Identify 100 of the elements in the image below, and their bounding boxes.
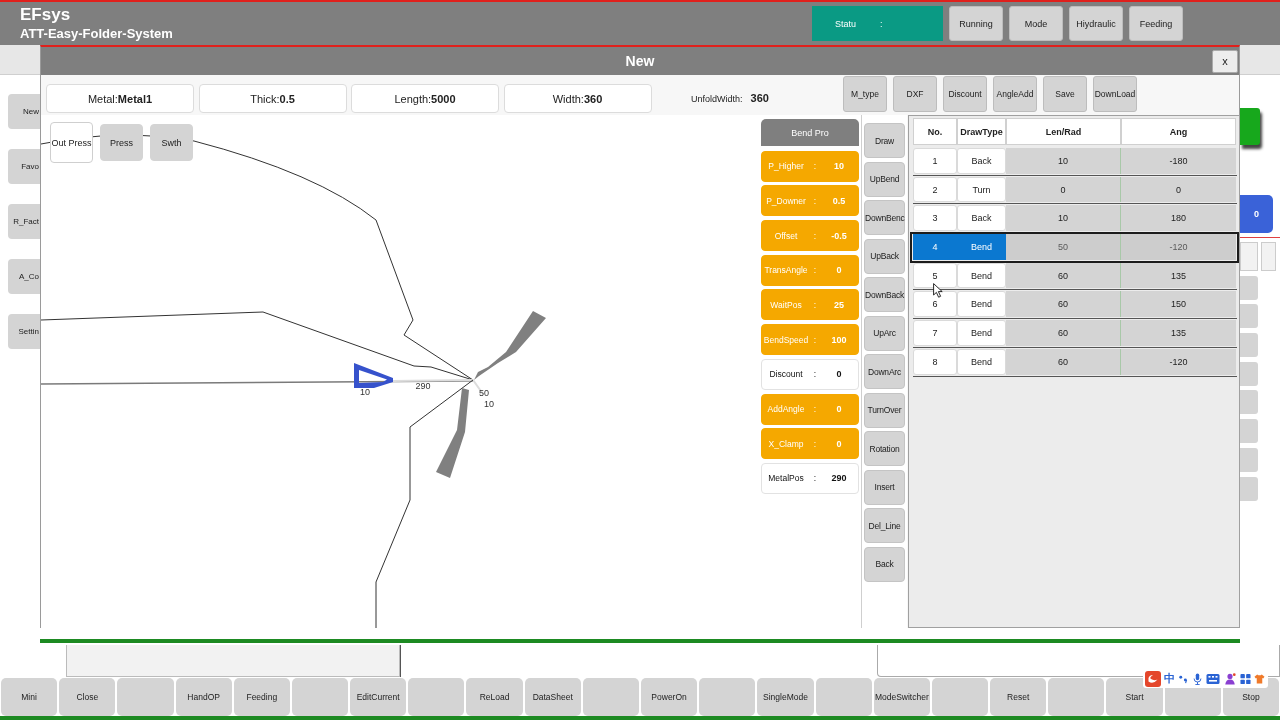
table-cell: Bend [957,320,1006,346]
table-row[interactable]: 2 Turn 0 0 [913,175,1237,205]
parameter-value: 10 [834,161,844,172]
table-cell: 3 [913,205,957,232]
function-button[interactable]: Feeding [233,678,290,716]
shirt-icon[interactable] [1254,672,1265,685]
action-button[interactable]: DownBenc [864,200,905,235]
field-label: Width: [552,92,584,105]
function-button[interactable]: Close [59,678,116,716]
function-button[interactable]: HandOP [175,678,232,716]
table-row[interactable]: 6 Bend 60 150 [913,290,1237,320]
status-label: Statu [835,18,856,29]
table-cell: Turn [957,176,1006,203]
toolbar-button[interactable]: Save [1043,76,1087,112]
microphone-icon[interactable] [1192,672,1203,685]
sidebar-button[interactable]: Settin [8,314,40,349]
header-button[interactable]: Mode [1009,6,1063,41]
action-button[interactable]: DownArc [864,354,905,389]
function-button[interactable]: Start [1106,678,1163,716]
counter-display: 0 [1240,195,1273,233]
dialog-close-button[interactable]: x [1212,49,1238,73]
parameter-value: 0 [836,404,842,414]
toolbar-button[interactable]: M_type [843,76,887,112]
function-button[interactable]: SingleMode [757,678,814,716]
property-field[interactable]: Width:360 [503,84,652,113]
action-button[interactable]: Back [864,546,905,582]
sidebar-button[interactable]: Favo [8,149,40,184]
header-button[interactable]: Hiydraulic [1069,6,1123,41]
parameter-row[interactable]: MetalPos : 290 [761,462,859,494]
tool-button[interactable]: Swth [150,124,193,161]
tool-button[interactable]: Press [100,124,143,161]
table-cell: -180 [1121,148,1236,174]
action-button[interactable]: Draw [864,123,905,158]
column-header[interactable]: No. [913,118,957,145]
tool-button[interactable]: Out Press [50,122,93,163]
table-cell: 135 [1121,320,1236,346]
text-field[interactable] [66,645,400,677]
table-row[interactable]: 3 Back 10 180 [913,204,1237,234]
parameter-label: Offset [774,230,798,241]
function-button[interactable]: Mini [1,678,58,716]
toolbar-button[interactable]: Discount [943,76,987,112]
tab-strip [0,45,40,75]
header-button[interactable]: Feeding [1129,6,1183,41]
table-cell: Bend [957,291,1006,318]
action-button[interactable]: UpArc [864,315,905,351]
table-cell: Bend [957,348,1006,375]
parameter-value: 0 [836,438,842,449]
parameter-separator: : [813,369,817,380]
action-button[interactable]: TurnOver [864,392,905,428]
table-row[interactable]: 7 Bend 60 135 [913,319,1237,348]
parameter-value: 0 [836,369,842,380]
toolbar-button[interactable]: DXF [893,76,937,112]
dimension-label: 10 [360,387,370,397]
action-button[interactable]: DownBack [864,277,905,312]
function-button[interactable]: Reset [990,678,1047,716]
property-field[interactable]: Thick:0.5 [198,84,347,113]
table-row[interactable]: 4 Bend 50 -120 [911,233,1238,262]
action-button[interactable]: UpBend [864,161,905,197]
function-button[interactable]: ReLoad [466,678,523,716]
table-cell: 10 [1006,205,1121,232]
action-button[interactable]: Del_Line [864,508,905,543]
parameter-separator: : [813,334,817,345]
dimension-label: 290 [415,381,431,391]
action-button[interactable]: UpBack [864,238,905,274]
column-header[interactable]: Len/Rad [1006,118,1121,145]
sidebar-button[interactable]: New [8,94,40,129]
ime-logo-icon[interactable] [1145,670,1161,687]
header-button[interactable]: Running [949,6,1003,41]
table-row[interactable]: 1 Back 10 -180 [913,147,1237,176]
property-field[interactable]: Length:5000 [351,84,499,113]
grid-icon[interactable] [1240,672,1251,685]
function-button[interactable]: EditCurrent [350,678,407,716]
column-header[interactable]: Ang [1121,118,1236,145]
table-row[interactable]: 5 Bend 60 135 [913,261,1237,291]
sidebar-button[interactable]: A_Co [8,259,40,294]
action-button[interactable] [1240,108,1260,145]
keyboard-icon[interactable] [1206,672,1220,685]
ime-mode-toggle[interactable]: 中 [1164,672,1175,685]
table-cell: Bend [957,234,1006,260]
action-button[interactable]: Rotation [864,431,905,466]
action-button[interactable]: Insert [864,469,905,505]
table-row[interactable]: 8 Bend 60 -120 [913,347,1237,377]
function-button[interactable]: PowerOn [641,678,698,716]
function-button[interactable]: ModeSwitcher [873,678,930,716]
parameter-label: MetalPos [768,473,804,484]
property-field[interactable]: Metal:Metal1 [46,84,194,113]
column-header[interactable]: DrawType [957,118,1006,145]
function-button[interactable]: DataSheet [524,678,581,716]
table-cell [1240,333,1258,358]
parameter-separator: : [813,404,817,414]
sidebar-button[interactable]: R_Fact [8,204,40,239]
parameter-row[interactable]: Discount : 0 [761,358,859,390]
table-cell: 0 [1006,176,1121,203]
toolbar-button[interactable]: AngleAdd [993,76,1037,112]
table-cell: 60 [1006,320,1121,346]
table-cell: 150 [1121,291,1236,318]
tab-strip [1240,45,1280,75]
parameter-value: -0.5 [831,230,847,241]
person-icon[interactable] [1223,672,1237,685]
toolbar-button[interactable]: DownLoad [1093,76,1137,112]
